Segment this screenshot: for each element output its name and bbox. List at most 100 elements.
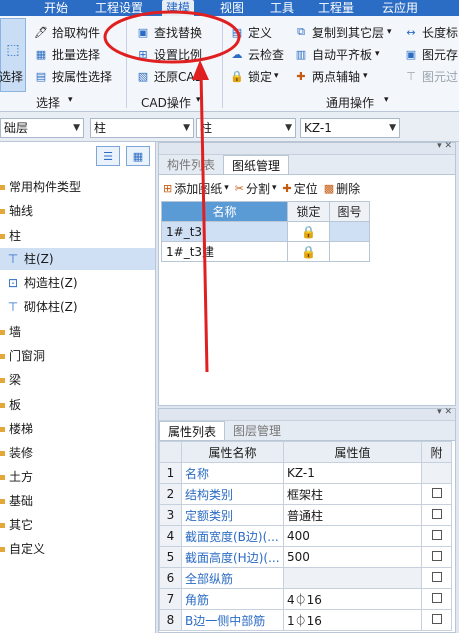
tree-item-masonry-column[interactable]: ⊤ 砌体柱(Z) — [0, 296, 155, 318]
table-row[interactable]: 3 定额类别 普通柱 — [159, 504, 452, 526]
cloud-icon: ☁ — [231, 47, 243, 61]
table-row[interactable]: 4 截面宽度(B边)(... 400 — [159, 525, 452, 547]
common-group-expand-icon[interactable]: ▾ — [384, 95, 389, 105]
two-point-axis-button[interactable]: ✚ 两点辅轴 ▾ — [294, 66, 367, 86]
menu-start[interactable]: 开始 — [44, 0, 68, 16]
masonry-column-icon: ⊤ — [7, 300, 19, 314]
grid-view-icon[interactable]: ▦ — [126, 146, 150, 166]
delete-button[interactable]: ▩ 删除 — [324, 180, 360, 197]
component-tree: ☰ ▦ 常用构件类型 轴线 柱 ⊤ 柱(Z) ⊡ 构造柱(Z) ⊤ 砌体柱(Z) 墙 … — [0, 142, 156, 633]
tree-item-axis[interactable]: 轴线 — [0, 200, 155, 222]
define-button[interactable]: ▤ 定义 — [230, 22, 272, 42]
tree-item-foundation[interactable]: 基础 — [0, 490, 155, 512]
locate-button[interactable]: ✚ 定位 — [283, 180, 318, 197]
table-row[interactable]: 1#_t3 🔒 — [161, 221, 370, 242]
tree-item-other[interactable]: 其它 — [0, 514, 155, 536]
tree-item-common-types[interactable]: 常用构件类型 — [0, 176, 155, 198]
pin-icon[interactable]: ▾ ✕ — [437, 407, 452, 417]
menu-view[interactable]: 视图 — [220, 0, 244, 16]
menu-quantity[interactable]: 工程量 — [318, 0, 354, 16]
tree-item-column-group[interactable]: 柱 — [0, 225, 155, 247]
attach-checkbox[interactable] — [421, 588, 452, 610]
cad-group-label: CAD操作 — [141, 96, 191, 110]
menu-tools[interactable]: 工具 — [270, 0, 294, 16]
auto-align-slab-button[interactable]: ▥ 自动平齐板 ▾ — [294, 44, 380, 64]
attach-checkbox[interactable] — [421, 483, 452, 505]
select-by-attribute-button[interactable]: ▤ 按属性选择 — [34, 66, 112, 86]
add-drawing-button[interactable]: ⊞ 添加图纸 ▾ — [163, 180, 229, 197]
cad-group-expand-icon[interactable]: ▾ — [196, 95, 201, 105]
component-name-select[interactable]: KZ-1 ▼ — [300, 118, 400, 138]
tree-item-column[interactable]: ⊤ 柱(Z) — [0, 248, 155, 270]
tab-property-list[interactable]: 属性列表 — [159, 421, 226, 440]
table-row[interactable]: 7 角筋 4⏀16 — [159, 588, 452, 610]
list-view-icon[interactable]: ☰ — [96, 146, 120, 166]
tree-item-slab[interactable]: 板 — [0, 394, 155, 416]
table-row[interactable]: 1 名称 KZ-1 — [159, 462, 452, 484]
batch-select-button[interactable]: ▦ 批量选择 — [34, 44, 100, 64]
set-scale-button[interactable]: ⊞ 设置比例 — [136, 44, 202, 64]
attach-checkbox[interactable] — [421, 525, 452, 547]
attach-checkbox[interactable] — [421, 567, 452, 589]
pick-component-button[interactable]: 🖊 拾取构件 — [34, 22, 100, 42]
column-header-lock[interactable]: 锁定 — [287, 201, 330, 222]
lock-icon[interactable]: 🔒 — [287, 221, 330, 242]
tree-item-custom[interactable]: 自定义 — [0, 538, 155, 560]
two-point-axis-icon: ✚ — [296, 69, 306, 83]
tree-bullet-icon — [0, 184, 5, 190]
tree-item-wall[interactable]: 墙 — [0, 321, 155, 343]
length-dimension-button[interactable]: ↔ 长度标 — [404, 22, 458, 42]
menu-modeling[interactable]: 建模 — [162, 0, 195, 16]
floor-select[interactable]: 础层 ▼ — [0, 118, 84, 138]
column-header-property-value: 属性值 — [283, 441, 422, 463]
tree-item-constructional-column[interactable]: ⊡ 构造柱(Z) — [0, 272, 155, 294]
tree-item-beam[interactable]: 梁 — [0, 369, 155, 391]
menu-cloud[interactable]: 云应用 — [382, 0, 418, 16]
tree-item-stairs[interactable]: 楼梯 — [0, 418, 155, 440]
tree-bullet-icon — [0, 353, 5, 359]
select-group-expand-icon[interactable]: ▾ — [68, 95, 73, 105]
drawing-number-cell[interactable] — [329, 221, 370, 242]
tab-drawing-management[interactable]: 图纸管理 — [223, 155, 290, 174]
restore-cad-button[interactable]: ▧ 还原CAD — [136, 66, 204, 86]
element-filter-button[interactable]: ⊤ 图元过 — [404, 66, 458, 86]
select-big-button[interactable]: ⬚ 选择 — [0, 18, 26, 92]
cloud-check-button[interactable]: ☁ 云检查 — [230, 44, 285, 64]
table-row[interactable]: 2 结构类别 框架柱 — [159, 483, 452, 505]
drawing-toolbar: ⊞ 添加图纸 ▾ ✂ 分割 ▾ ✚ 定位 ▩ 删除 — [159, 175, 455, 201]
lock-icon[interactable]: 🔒 — [287, 241, 330, 262]
split-icon: ✂ — [234, 181, 244, 195]
menu-bar: 开始 工程设置 建模 视图 工具 工程量 云应用 — [0, 0, 459, 16]
table-row[interactable]: 1#_t3建 🔒 — [161, 241, 370, 262]
tree-item-earthwork[interactable]: 土方 — [0, 466, 155, 488]
column-header-name[interactable]: 名称 — [161, 201, 288, 222]
tab-layer-management[interactable]: 图层管理 — [225, 421, 289, 440]
property-panel-tabs: 属性列表 图层管理 — [159, 421, 455, 441]
table-row[interactable]: 6 全部纵筋 — [159, 567, 452, 589]
lock-button[interactable]: 🔒 锁定 ▾ — [230, 66, 278, 86]
tab-component-list[interactable]: 构件列表 — [159, 155, 223, 174]
copy-to-other-floor-button[interactable]: ⧉ 复制到其它层 ▾ — [294, 22, 391, 42]
row-number-header — [159, 441, 182, 463]
find-replace-button[interactable]: ▣ 查找替换 — [136, 22, 202, 42]
column-header-number[interactable]: 图号 — [329, 201, 370, 222]
pin-icon[interactable]: ▾ ✕ — [437, 141, 452, 151]
drawing-number-cell[interactable] — [329, 241, 370, 262]
component-subtype-select[interactable]: 柱 ▼ — [196, 118, 296, 138]
element-save-button[interactable]: ▣ 图元存 — [404, 44, 458, 64]
selector-bar: 础层 ▼ 柱 ▼ 柱 ▼ KZ-1 ▼ — [0, 112, 459, 142]
menu-project-settings[interactable]: 工程设置 — [95, 0, 143, 16]
delete-icon: ▩ — [323, 181, 335, 195]
tree-item-decoration[interactable]: 装修 — [0, 442, 155, 464]
column-header-attach: 附 — [421, 441, 452, 463]
tree-item-door-window[interactable]: 门窗洞 — [0, 345, 155, 367]
attach-checkbox[interactable] — [421, 609, 452, 631]
tree-bullet-icon — [0, 498, 5, 504]
split-button[interactable]: ✂ 分割 ▾ — [235, 180, 277, 197]
table-row[interactable]: 8 B边一侧中部筋 1⏀16 — [159, 609, 452, 631]
attach-checkbox[interactable] — [421, 504, 452, 526]
table-row[interactable]: 5 截面高度(H边)(... 500 — [159, 546, 452, 568]
attach-checkbox[interactable] — [421, 546, 452, 568]
component-type-select[interactable]: 柱 ▼ — [90, 118, 194, 138]
group-divider — [222, 20, 223, 108]
